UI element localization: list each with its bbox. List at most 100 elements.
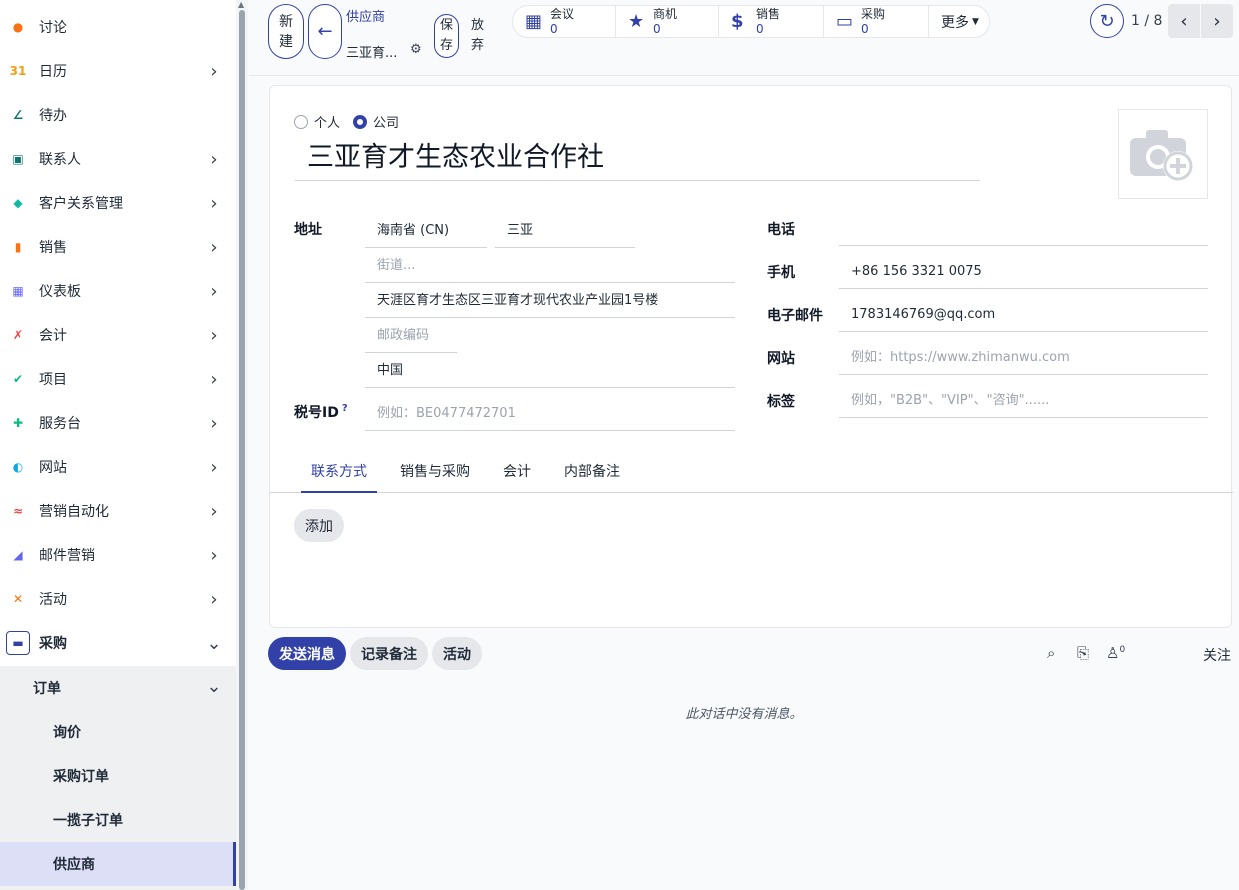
partner-name-input[interactable]: 三亚育才生态农业合作社: [295, 138, 980, 181]
smart-button-opportunities[interactable]: ★ 商机 0: [616, 6, 719, 37]
chevron-right-icon: ›: [210, 544, 218, 566]
chatter-topbar: 发送消息 记录备注 活动 ⌕ ⎘ ♙0 关注: [268, 636, 1239, 676]
smart-button-label: 商机: [653, 7, 678, 21]
sidebar-item-project[interactable]: ✔ 项目 ›: [0, 357, 236, 401]
vat-field[interactable]: 例如：BE0477472701: [365, 396, 735, 431]
sidebar-scrollbar[interactable]: ▲: [236, 0, 248, 890]
radio-company[interactable]: [353, 114, 367, 129]
sidebar-item-label: 服务台: [39, 416, 81, 432]
more-label: 更多: [941, 14, 969, 31]
submenu-item-rfq[interactable]: 询价: [0, 710, 236, 754]
submenu-item-blanket-orders[interactable]: 一揽子订单: [0, 798, 236, 842]
smart-button-sales[interactable]: $ 销售 0: [719, 6, 824, 37]
sidebar-item-todo[interactable]: ∠ 待办: [0, 93, 236, 137]
sidebar-item-helpdesk[interactable]: ✚ 服务台 ›: [0, 401, 236, 445]
sidebar-item-label: 项目: [39, 372, 67, 388]
tab-accounting[interactable]: 会计: [493, 455, 541, 493]
tags-label: 标签: [767, 394, 795, 410]
pager-next-button[interactable]: ›: [1201, 4, 1233, 38]
submenu-item-vendors[interactable]: 供应商: [0, 842, 236, 886]
street2-field[interactable]: 天涯区育才生态区三亚育才现代农业产业园1号楼: [365, 283, 735, 318]
back-button[interactable]: ←: [308, 4, 342, 59]
submenu-item-label: 一揽子订单: [53, 813, 123, 829]
zip-field[interactable]: 邮政编码: [365, 318, 457, 353]
company-type-person[interactable]: 个人: [294, 112, 340, 131]
chevron-right-icon: ›: [210, 236, 218, 258]
company-type-company[interactable]: 公司: [353, 112, 399, 131]
smart-button-count: 0: [756, 22, 764, 36]
tags-field[interactable]: 例如，"B2B"、"VIP"、"咨询"......: [839, 383, 1208, 418]
city-field[interactable]: 三亚: [495, 213, 635, 248]
website-field[interactable]: 例如：https://www.zhimanwu.com: [839, 340, 1208, 375]
dashboard-icon: ▦: [12, 284, 24, 298]
smart-button-meetings[interactable]: ▦ 会议 0: [513, 6, 616, 37]
sidebar-item-accounting[interactable]: ✗ 会计 ›: [0, 313, 236, 357]
phone-field[interactable]: [839, 211, 1208, 246]
sidebar-item-marketing-automation[interactable]: ≈ 营销自动化 ›: [0, 489, 236, 533]
tab-sales-purchase[interactable]: 销售与采购: [390, 455, 480, 493]
purchase-icon: ▬: [6, 631, 30, 655]
more-dropdown[interactable]: 更多 ▼: [929, 6, 989, 37]
sidebar-item-label: 日历: [39, 64, 67, 80]
smart-button-count: 0: [550, 22, 558, 36]
sidebar-item-calendar[interactable]: 31 日历 ›: [0, 49, 236, 93]
sidebar-item-crm[interactable]: ◆ 客户关系管理 ›: [0, 181, 236, 225]
chevron-right-icon: ›: [210, 368, 218, 390]
sidebar-item-discuss[interactable]: ● 讨论: [0, 5, 236, 49]
smart-button-label: 销售: [756, 7, 781, 21]
pager-previous-button[interactable]: ‹: [1168, 4, 1200, 38]
search-icon[interactable]: ⌕: [1047, 644, 1055, 662]
submenu-group-orders[interactable]: 订单 ⌄: [0, 666, 236, 710]
help-tooltip-icon[interactable]: ?: [342, 403, 348, 414]
website-icon: ◐: [12, 460, 24, 474]
sidebar-item-contacts[interactable]: ▣ 联系人 ›: [0, 137, 236, 181]
smart-button-count: 0: [653, 22, 661, 36]
discard-button[interactable]: 放 弃: [465, 14, 490, 58]
email-marketing-icon: ◢: [13, 548, 23, 562]
image-upload[interactable]: [1118, 109, 1208, 199]
sidebar-item-sales[interactable]: ▮ 销售 ›: [0, 225, 236, 269]
send-message-button[interactable]: 发送消息: [268, 637, 346, 670]
save-button[interactable]: 保 存: [434, 14, 459, 58]
activity-button[interactable]: 活动: [432, 637, 482, 670]
submenu-item-purchase-orders[interactable]: 采购订单: [0, 754, 236, 798]
country-field[interactable]: 中国: [365, 353, 735, 388]
breadcrumb[interactable]: 供应商: [346, 6, 385, 25]
star-icon: ★: [628, 11, 645, 32]
street-field[interactable]: 街道...: [365, 248, 735, 283]
radio-label: 公司: [373, 116, 400, 131]
sidebar-item-label: 客户关系管理: [39, 196, 123, 212]
followers-icon[interactable]: ♙0: [1106, 644, 1125, 662]
sidebar-item-email-marketing[interactable]: ◢ 邮件营销 ›: [0, 533, 236, 577]
sidebar-item-website[interactable]: ◐ 网站 ›: [0, 445, 236, 489]
gear-icon[interactable]: ⚙: [410, 42, 422, 57]
log-note-button[interactable]: 记录备注: [350, 637, 428, 670]
new-button-label: 建: [279, 33, 293, 50]
scroll-up-arrow-icon[interactable]: ▲: [238, 0, 244, 9]
tab-internal-notes[interactable]: 内部备注: [554, 455, 630, 493]
tab-contacts[interactable]: 联系方式: [301, 455, 377, 493]
radio-label: 个人: [314, 116, 341, 131]
mobile-field[interactable]: +86 156 3321 0075: [839, 254, 1208, 289]
helpdesk-icon: ✚: [12, 416, 24, 430]
sidebar-item-events[interactable]: ✕ 活动 ›: [0, 577, 236, 621]
smart-button-label: 采购: [861, 7, 886, 21]
smart-button-purchases[interactable]: ▭ 采购 0: [824, 6, 929, 37]
follow-button[interactable]: 关注: [1203, 645, 1231, 665]
email-field[interactable]: 1783146769@qq.com: [839, 297, 1208, 332]
credit-card-icon: ▭: [836, 11, 854, 32]
chevron-right-icon: ›: [210, 324, 218, 346]
state-field[interactable]: 海南省 (CN): [365, 213, 487, 248]
radio-person[interactable]: [294, 114, 308, 129]
sidebar-item-label: 联系人: [39, 152, 81, 168]
refresh-icon[interactable]: ↻: [1090, 4, 1124, 38]
sidebar-item-dashboard[interactable]: ▦ 仪表板 ›: [0, 269, 236, 313]
sidebar-item-purchase[interactable]: ▬ 采购 ⌄: [0, 621, 236, 665]
paperclip-icon[interactable]: ⎘: [1077, 644, 1089, 662]
sidebar-item-label: 会计: [39, 328, 67, 344]
pager-value[interactable]: 1 / 8: [1131, 13, 1162, 29]
scrollbar-thumb[interactable]: [239, 10, 245, 890]
chevron-right-icon: ›: [210, 500, 218, 522]
add-contact-button[interactable]: 添加: [294, 509, 344, 542]
new-button[interactable]: 新 建: [268, 4, 304, 59]
